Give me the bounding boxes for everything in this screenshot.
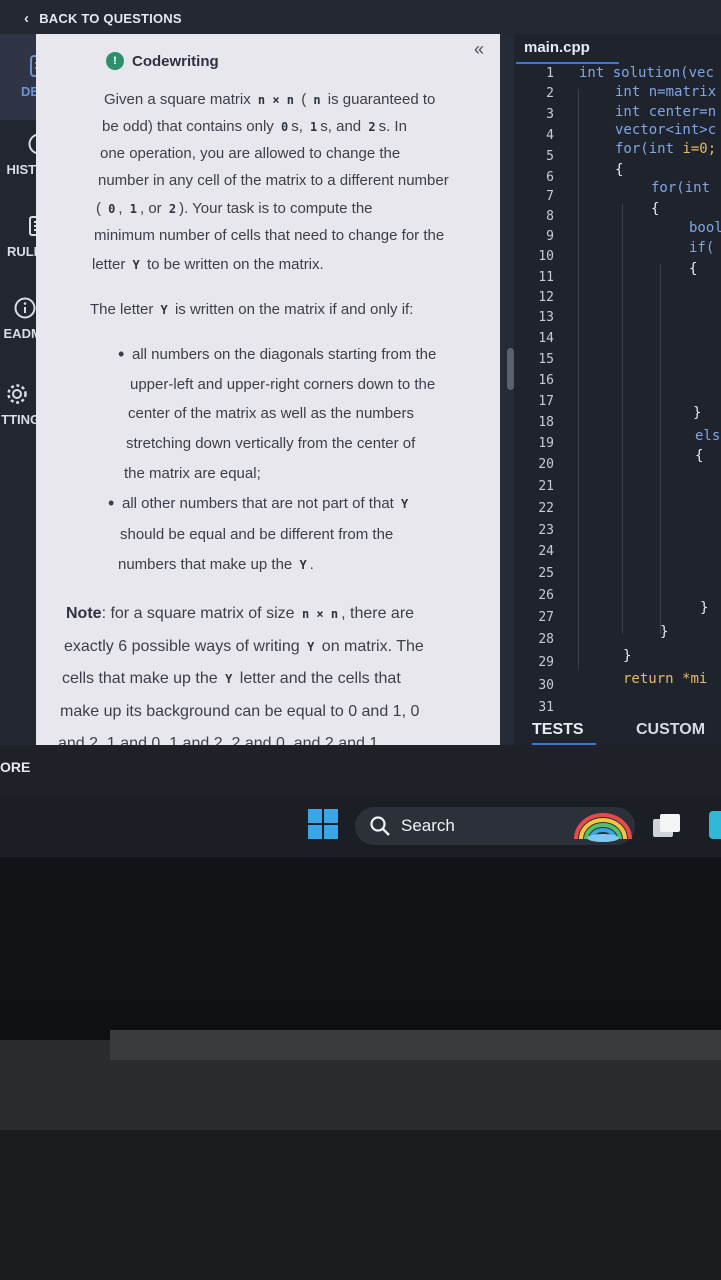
code-line-4: vector<int>c	[615, 122, 717, 138]
note-line-3: cells that make up the Y letter and the …	[62, 670, 401, 687]
code-line-19: els	[695, 428, 721, 444]
intro-line-2: be odd) that contains only 0 s, 1 s, and 2…	[102, 118, 407, 135]
code-line-10: if(	[689, 240, 715, 256]
bullet-1-line-1: all numbers on the diagonals starting fr…	[118, 344, 436, 365]
note-line-5: and 2, 1 and 0, 1 and 2, 2 and 0, and 2 …	[58, 735, 383, 745]
bullet-2-line-3: numbers that make up the Y.	[118, 556, 314, 573]
search-label: Search	[401, 816, 455, 835]
rainbow-widget-icon[interactable]	[572, 809, 634, 843]
intro-line-7: letter Y to be written on the matrix.	[92, 256, 324, 273]
intro-line-3: one operation, you are allowed to change…	[100, 145, 401, 162]
tab-custom[interactable]: CUSTOM	[636, 721, 705, 739]
double-chevron-left-icon[interactable]: «	[474, 39, 484, 60]
app-icon[interactable]	[709, 811, 721, 839]
taskbar: Search	[0, 795, 721, 857]
file-tab-main-cpp[interactable]: main.cpp	[524, 39, 590, 56]
indent-guide	[622, 204, 623, 634]
task-title: Codewriting	[132, 52, 219, 70]
code-line-29: }	[623, 648, 632, 664]
note-line-4: make up its background can be equal to 0…	[60, 703, 420, 720]
code-line-28: }	[660, 624, 669, 640]
info-icon	[14, 297, 36, 319]
top-bar: ‹ BACK TO QUESTIONS	[0, 0, 721, 34]
code-line-20: {	[695, 448, 704, 464]
code-line-8: {	[651, 201, 660, 217]
gear-icon	[7, 384, 27, 404]
code-line-9: bool	[689, 220, 721, 236]
back-to-questions-link[interactable]: ‹ BACK TO QUESTIONS	[24, 10, 182, 27]
task-view-icon[interactable]	[652, 813, 682, 839]
intro-line-6: minimum number of cells that need to cha…	[94, 227, 445, 244]
code-line-3: int center=n	[615, 104, 717, 120]
code-line-7: for(int	[651, 180, 711, 196]
task-type-badge: !	[106, 52, 124, 70]
note-line-1: Note: for a square matrix of size n × n,…	[66, 605, 415, 622]
code-line-1: int solution(vec	[579, 65, 714, 81]
chevron-left-icon: ‹	[24, 10, 30, 27]
indent-guide	[578, 89, 579, 669]
code-line-5: for(int i=0;	[615, 141, 717, 157]
code-line-30: return *mi	[623, 671, 708, 687]
bullet-2-line-2: should be equal and be different from th…	[120, 526, 394, 543]
rule-intro: The letter Y is written on the matrix if…	[90, 301, 414, 318]
task-header: ! Codewriting	[106, 52, 219, 70]
code-line-6: {	[615, 162, 624, 178]
indent-guide	[660, 264, 661, 634]
bullet-1-line-5: the matrix are equal;	[124, 465, 261, 482]
bullet-1-line-4: stretching down vertically from the cent…	[126, 435, 416, 452]
panel-resize-handle[interactable]	[507, 348, 514, 390]
laptop-deck-edge	[110, 1030, 721, 1060]
windows-logo-icon[interactable]	[308, 809, 338, 839]
bullet-2-line-1: all other numbers that are not part of t…	[108, 493, 411, 514]
lower-toolbar: ORE	[0, 745, 721, 795]
code-line-18: }	[693, 405, 702, 421]
active-tab-indicator	[516, 62, 619, 64]
code-line-27: }	[700, 600, 709, 616]
laptop-keyboard-area	[0, 1130, 721, 1280]
code-editor[interactable]: main.cpp 1 2 3 4 5 6 7 8 9 10 11 12 13 1…	[514, 34, 721, 745]
intro-line-4: number in any cell of the matrix to a di…	[98, 172, 449, 189]
intro-line-5: ( 0, 1, or 2). Your task is to compute t…	[96, 200, 373, 217]
description-panel: ! Codewriting « Given a square matrix n …	[36, 34, 500, 745]
code-line-11: {	[689, 261, 698, 277]
code-line-2: int n=matrix	[615, 84, 717, 100]
bullet-1-line-3: center of the matrix as well as the numb…	[128, 405, 414, 422]
note-line-2: exactly 6 possible ways of writing Y on …	[64, 638, 424, 655]
back-label: BACK TO QUESTIONS	[39, 11, 182, 26]
tab-tests[interactable]: TESTS	[532, 721, 584, 739]
screen: ‹ BACK TO QUESTIONS DESC HISTORY	[0, 0, 721, 745]
bullet-1-line-2: upper-left and upper-right corners down …	[130, 376, 436, 393]
search-icon	[370, 816, 390, 836]
lower-label[interactable]: ORE	[0, 759, 30, 775]
intro-line-1: Given a square matrix n × n ( n is guara…	[104, 91, 436, 108]
